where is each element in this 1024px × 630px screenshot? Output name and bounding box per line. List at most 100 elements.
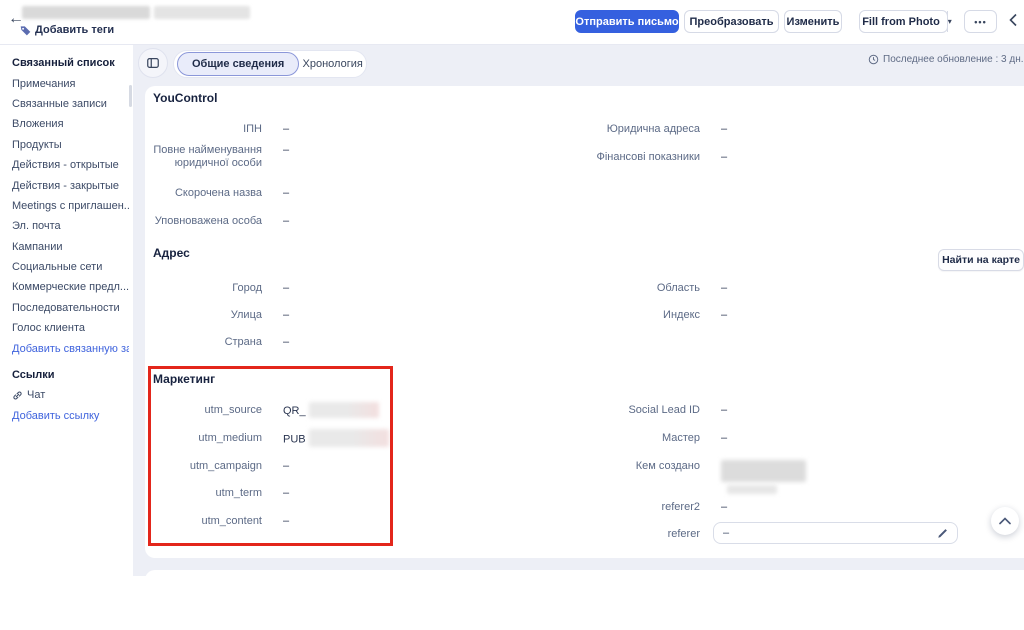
field-label: utm_content <box>150 515 262 528</box>
sidebar-item-voice-of-customer[interactable]: Голос клиента <box>12 318 129 338</box>
fill-from-photo-label: Fill from Photo <box>855 16 947 28</box>
add-link-link[interactable]: Добавить ссылку <box>12 406 129 426</box>
section-title-marketing: Маркетинг <box>153 372 215 386</box>
field-label: Область <box>560 282 700 295</box>
field-label: Скорочена назва <box>150 187 262 200</box>
record-title-redacted-2 <box>154 6 250 19</box>
field-row: Страна – <box>150 336 289 349</box>
collapse-panel-icon[interactable] <box>1008 13 1018 27</box>
field-label: Social Lead ID <box>560 404 700 417</box>
field-value: – <box>721 151 727 164</box>
sidebar-item-open-activities[interactable]: Действия - открытые <box>12 155 129 175</box>
scroll-to-top-button[interactable] <box>991 507 1019 535</box>
chat-label: Чат <box>27 389 45 401</box>
sidebar-item-closed-activities[interactable]: Действия - закрытые <box>12 175 129 195</box>
sidebar-item-campaigns[interactable]: Кампании <box>12 237 129 257</box>
sidebar-item-cadences[interactable]: Последовательности <box>12 298 129 318</box>
sidebar-item-social[interactable]: Социальные сети <box>12 257 129 277</box>
referer-input[interactable]: – <box>713 522 958 544</box>
find-on-map-button[interactable]: Найти на карте <box>938 249 1024 271</box>
sidebar-item-email[interactable]: Эл. почта <box>12 216 129 236</box>
field-row: utm_term – <box>150 487 289 500</box>
field-row: Индекс – <box>560 309 727 322</box>
field-label: Фінансові показники <box>560 151 700 164</box>
clock-icon <box>868 54 879 65</box>
detail-tabs: Общие сведения Хронология <box>173 50 367 78</box>
tab-overview[interactable]: Общие сведения <box>177 52 299 76</box>
edit-button[interactable]: Изменить <box>784 10 842 33</box>
sidebar-header-links: Ссылки <box>12 365 129 385</box>
field-row: Кем создано <box>560 460 806 494</box>
ellipsis-icon: ••• <box>974 17 986 27</box>
field-value: – <box>721 404 727 417</box>
field-row: utm_medium PUB <box>150 432 389 447</box>
field-label: ІПН <box>150 123 262 136</box>
field-label: utm_source <box>150 404 262 417</box>
utm-medium-value: PUB <box>283 433 306 445</box>
field-value: – <box>283 336 289 349</box>
field-value: – <box>721 501 727 514</box>
field-label: Мастер <box>560 432 700 445</box>
field-label: referer <box>560 528 700 541</box>
sidebar-item-meetings[interactable]: Meetings с приглашен... <box>12 196 129 216</box>
field-row: referer2 – <box>560 501 727 514</box>
field-value: – <box>721 123 727 136</box>
last-update-text: Последнее обновление : 3 дн. на <box>883 54 1024 65</box>
field-label: referer2 <box>560 501 700 514</box>
add-related-task-link[interactable]: Добавить связанную задачу <box>12 338 129 358</box>
field-value: – <box>283 282 289 295</box>
field-row: Фінансові показники – <box>560 151 727 164</box>
field-row: Повне найменування юридичної особи – <box>150 144 289 170</box>
record-title-redacted <box>22 6 150 19</box>
tab-timeline[interactable]: Хронология <box>299 58 366 70</box>
sidebar-item-chat[interactable]: Чат <box>12 385 129 405</box>
referer-value: – <box>723 527 937 539</box>
convert-button[interactable]: Преобразовать <box>684 10 779 33</box>
fill-from-photo-button[interactable]: Fill from Photo ▾ <box>859 10 948 33</box>
field-row: Social Lead ID – <box>560 404 727 417</box>
field-row: utm_source QR_ <box>150 404 379 418</box>
related-list-sidebar: Связанный список Примечания Связанные за… <box>0 45 133 576</box>
field-row: referer <box>560 528 700 541</box>
field-label: Страна <box>150 336 262 349</box>
business-card-view-button[interactable] <box>138 48 168 78</box>
field-value: QR_ <box>283 404 379 418</box>
field-label: utm_term <box>150 487 262 500</box>
chevron-down-icon[interactable]: ▾ <box>947 11 952 32</box>
field-label: Индекс <box>560 309 700 322</box>
field-value: – <box>283 309 289 322</box>
sidebar-scrollbar[interactable] <box>129 85 132 107</box>
field-label: utm_medium <box>150 432 262 445</box>
field-label: Улица <box>150 309 262 322</box>
field-row: Юридична адреса – <box>560 123 727 136</box>
field-value: – <box>283 487 289 500</box>
field-label: Город <box>150 282 262 295</box>
details-card: YouControl ІПН – Повне найменування юрид… <box>145 86 1024 558</box>
card-view-icon <box>146 56 160 70</box>
last-update-status: Последнее обновление : 3 дн. на <box>868 54 1024 65</box>
sidebar-header-related: Связанный список <box>12 53 129 73</box>
field-row: Улица – <box>150 309 289 322</box>
sidebar-item-notes[interactable]: Примечания <box>12 73 129 93</box>
sidebar-item-products[interactable]: Продукты <box>12 135 129 155</box>
field-value: – <box>283 123 289 136</box>
sidebar-item-quotes[interactable]: Коммерческие предл... <box>12 277 129 297</box>
field-row: ІПН – <box>150 123 289 136</box>
send-email-button[interactable]: Отправить письмо <box>575 10 679 33</box>
sidebar-item-related-records[interactable]: Связанные записи <box>12 94 129 114</box>
pencil-icon[interactable] <box>937 528 948 539</box>
field-value: PUB <box>283 432 389 447</box>
redacted-value-2 <box>727 485 777 494</box>
next-section-card <box>145 570 1024 630</box>
tag-icon <box>20 25 31 36</box>
add-tags-button[interactable]: Добавить теги <box>20 24 114 36</box>
sidebar-item-attachments[interactable]: Вложения <box>12 114 129 134</box>
field-value: – <box>721 282 727 295</box>
field-value: – <box>283 144 289 157</box>
field-label: utm_campaign <box>150 460 262 473</box>
more-actions-button[interactable]: ••• <box>964 10 997 33</box>
redacted-value <box>721 460 806 482</box>
field-value: – <box>283 515 289 528</box>
field-value: – <box>721 309 727 322</box>
field-row: utm_campaign – <box>150 460 289 473</box>
